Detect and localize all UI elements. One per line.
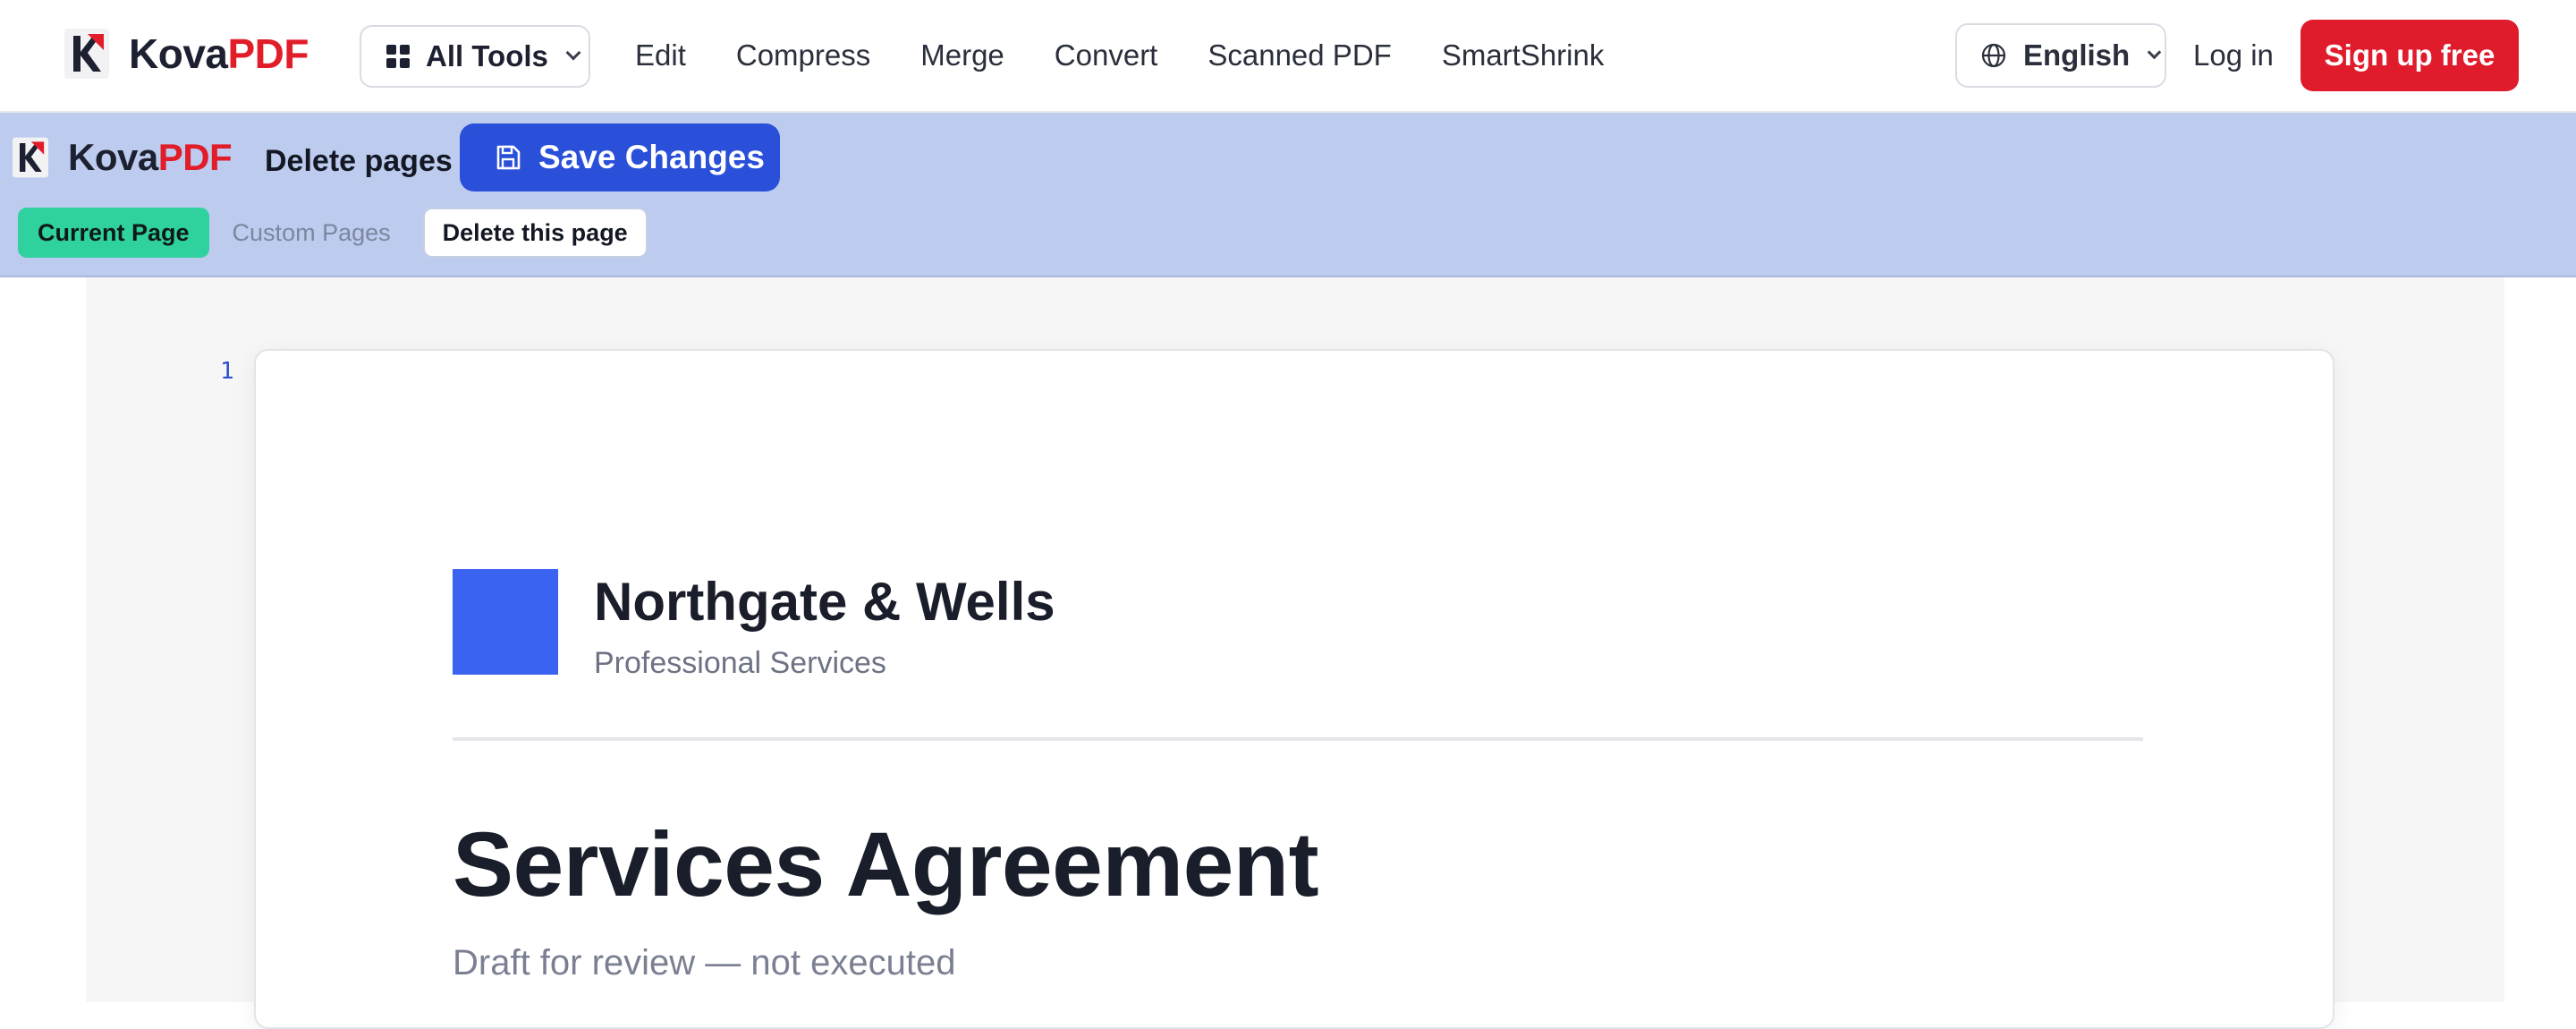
nav-edit[interactable]: Edit: [635, 32, 686, 79]
pdf-page-preview[interactable]: Northgate & Wells Professional Services …: [254, 349, 2334, 1029]
document-subtitle: Draft for review — not executed: [453, 943, 956, 982]
globe-icon: [1981, 43, 2006, 68]
kovapdf-logo-icon: [13, 137, 48, 178]
save-changes-button[interactable]: Save Changes: [460, 123, 780, 191]
page-number: 1: [220, 358, 234, 385]
tab-custom-pages[interactable]: Custom Pages: [209, 208, 414, 258]
tab-current-page[interactable]: Current Page: [18, 208, 209, 258]
main-nav: Edit Compress Merge Convert Scanned PDF …: [635, 32, 1654, 79]
signup-button[interactable]: Sign up free: [2301, 20, 2519, 91]
nav-compress[interactable]: Compress: [736, 32, 870, 79]
language-label: English: [2023, 38, 2131, 72]
nav-convert[interactable]: Convert: [1055, 32, 1158, 79]
top-navigation-bar: KovaPDF All Tools Edit Compress Merge Co…: [0, 0, 2576, 113]
save-icon: [496, 145, 521, 170]
save-changes-label: Save Changes: [538, 139, 765, 175]
chevron-down-icon: [565, 45, 581, 61]
language-selector[interactable]: English: [1955, 23, 2166, 88]
header-divider: [453, 737, 2143, 741]
company-tagline: Professional Services: [594, 646, 886, 680]
grid-icon: [386, 45, 410, 68]
tool-title: Delete pages: [265, 144, 453, 178]
editor-toolbar: KovaPDF Delete pages Save Changes Curren…: [0, 113, 2576, 277]
all-tools-label: All Tools: [426, 39, 548, 72]
page-workspace: 1 Northgate & Wells Professional Service…: [86, 277, 2504, 1029]
brand-name: KovaPDF: [129, 30, 309, 77]
chevron-down-icon: [2147, 45, 2162, 59]
nav-scanned-pdf[interactable]: Scanned PDF: [1208, 32, 1391, 79]
kovapdf-logo-icon: [64, 29, 109, 79]
company-logo-square: [453, 569, 558, 675]
all-tools-dropdown[interactable]: All Tools: [360, 25, 590, 88]
nav-smartshrink[interactable]: SmartShrink: [1442, 32, 1605, 79]
login-link[interactable]: Log in: [2193, 32, 2274, 79]
company-name: Northgate & Wells: [594, 572, 1055, 632]
page-mode-tabs: Current Page Custom Pages Delete this pa…: [18, 208, 648, 258]
nav-merge[interactable]: Merge: [920, 32, 1004, 79]
document-title: Services Agreement: [453, 813, 1319, 915]
brand-name: KovaPDF: [68, 136, 233, 178]
brand-logo-link[interactable]: KovaPDF: [64, 29, 309, 79]
editor-brand[interactable]: KovaPDF: [13, 136, 233, 179]
delete-this-page-button[interactable]: Delete this page: [422, 208, 648, 258]
